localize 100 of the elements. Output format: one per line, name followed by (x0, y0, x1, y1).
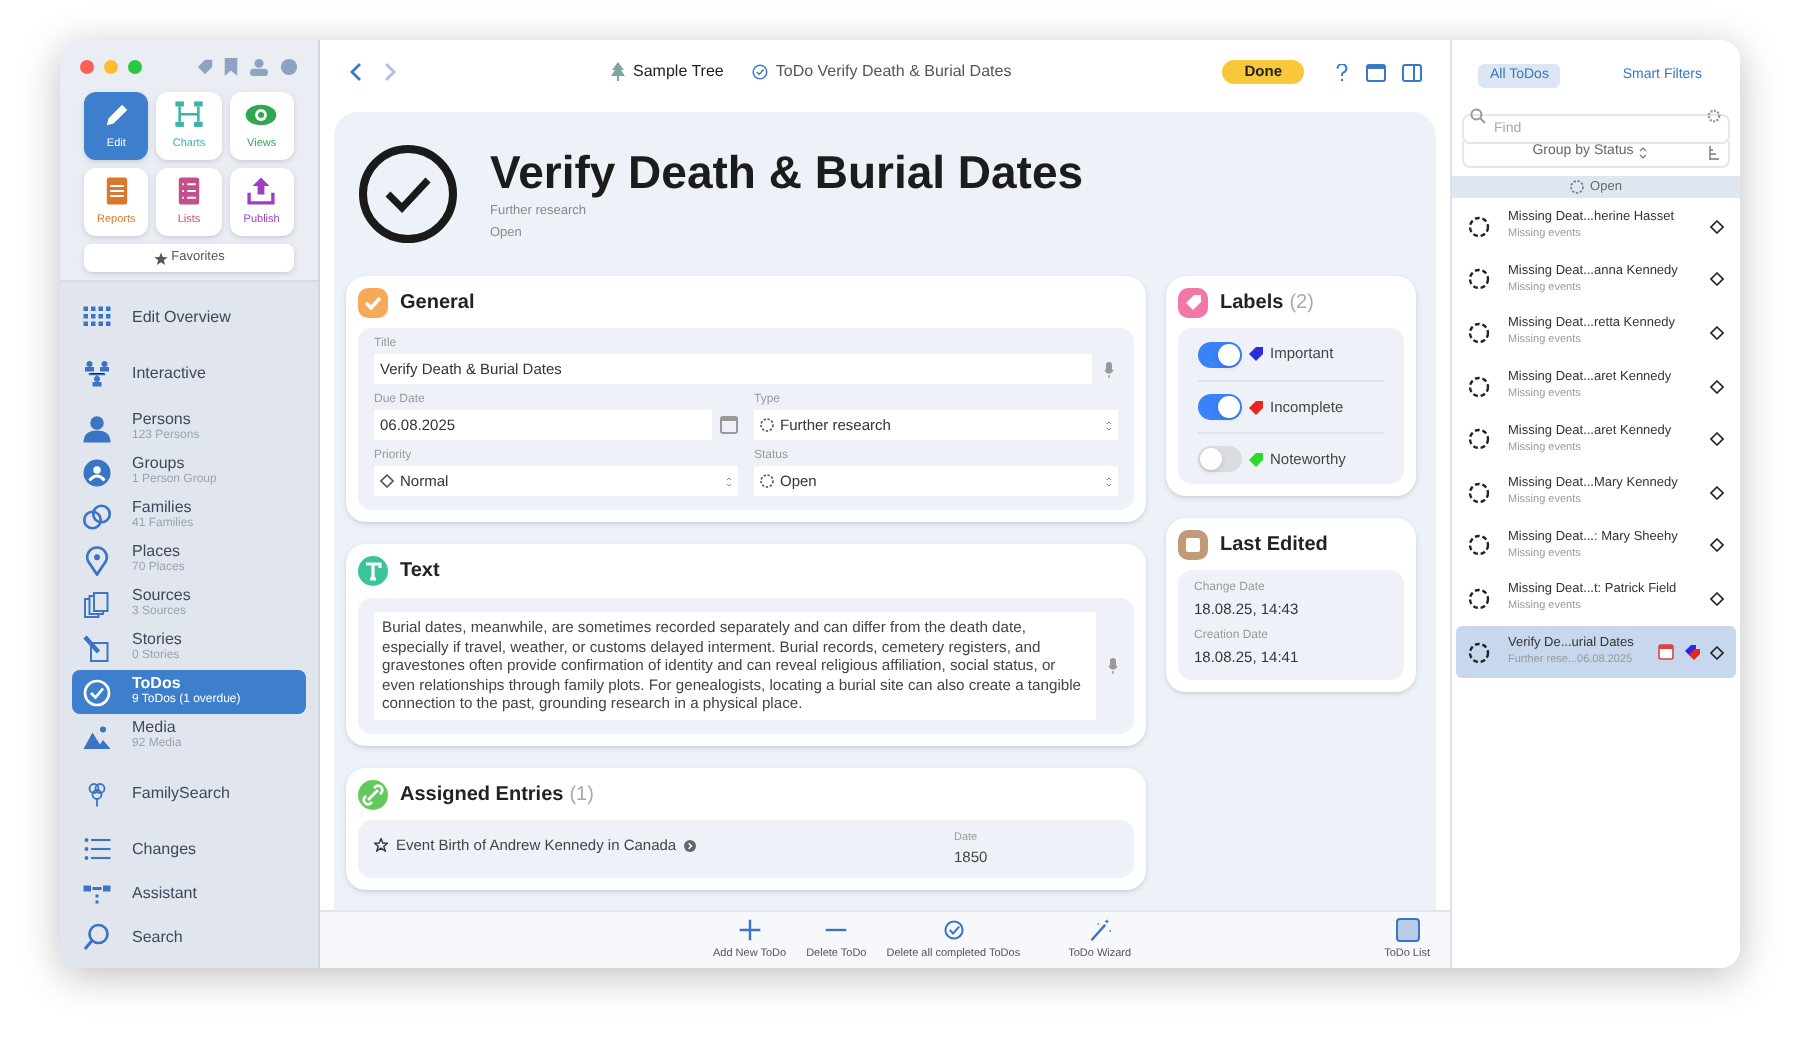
list-view-icon (1395, 917, 1420, 942)
tree-icon (609, 62, 626, 82)
tag-icon[interactable] (196, 57, 214, 75)
tags-icon (1684, 644, 1700, 661)
sidebar-item-label: Interactive (132, 363, 206, 381)
star-icon[interactable] (374, 838, 388, 853)
diamond-icon (1710, 272, 1724, 287)
todo-title: Verify Death & Burial Dates (490, 145, 1084, 198)
toggle-switch[interactable] (1198, 394, 1242, 420)
mountains-icon (82, 721, 112, 751)
calendar-icon (1178, 530, 1208, 560)
rings-icon (82, 501, 112, 531)
settings-icon[interactable] (1706, 107, 1722, 123)
diamond-icon (1710, 379, 1724, 394)
documents-icon (82, 589, 112, 619)
globe-icon[interactable] (280, 57, 298, 75)
sidebar-item[interactable]: Changes (72, 826, 306, 870)
help-icon[interactable] (1336, 63, 1348, 81)
people-tree-icon (82, 357, 112, 387)
diamond-icon (1710, 591, 1724, 606)
sidebar-item[interactable]: FamilySearch (72, 770, 306, 814)
section-title: Labels (1220, 290, 1284, 318)
plus-icon (737, 917, 762, 942)
diamond-icon (1710, 219, 1724, 234)
dashed-circle-icon (1468, 641, 1490, 664)
sidebar-item-label: Media (132, 718, 178, 736)
grid-icon (82, 301, 112, 331)
entry-count: (1) (569, 781, 594, 810)
close-window-button[interactable] (80, 59, 94, 73)
checkmark-circle-icon (751, 64, 768, 80)
dashed-circle-icon (1468, 215, 1490, 238)
person-icon (82, 413, 112, 443)
section-title: Text (400, 558, 440, 586)
back-icon[interactable] (348, 62, 362, 82)
microphone-icon[interactable] (1108, 657, 1118, 674)
calendar-icon[interactable] (720, 416, 738, 434)
upload-icon (244, 174, 279, 209)
dashed-circle-icon (1468, 534, 1490, 557)
people-icon[interactable] (248, 57, 270, 75)
sidebar-item-label: Changes (132, 839, 197, 857)
section-title: Last Edited (1220, 532, 1328, 560)
dashed-circle-icon (1468, 587, 1490, 610)
dashed-circle-icon (1468, 375, 1490, 398)
diamond-icon (1710, 485, 1724, 500)
pen-document-icon (82, 633, 112, 663)
diamond-icon (1710, 645, 1724, 660)
sort-icon[interactable] (1708, 145, 1720, 159)
letter-t-icon (358, 556, 388, 586)
diamond-icon (1710, 325, 1724, 340)
sidebar-item-label: ToDos (132, 674, 183, 692)
dashed-circle-icon (1468, 481, 1490, 504)
sidebar-item-label: Assistant (132, 883, 197, 901)
bookmark-icon[interactable] (224, 57, 238, 75)
sidebar-item-label: Groups (132, 454, 187, 472)
map-pin-icon (82, 545, 112, 575)
label-count: (2) (1289, 290, 1314, 318)
toggle-switch[interactable] (1198, 341, 1242, 367)
section-title: General (400, 290, 475, 318)
zoom-window-button[interactable] (128, 59, 142, 73)
sidebar-item[interactable]: Edit Overview (72, 294, 306, 338)
chevron-circle-icon[interactable] (684, 839, 697, 852)
section-title: Assigned Entries (400, 781, 564, 810)
checkmark-circle-icon (82, 677, 112, 707)
dashed-circle-icon (1570, 180, 1585, 194)
checkmark-badge-icon (358, 288, 388, 318)
minimize-window-button[interactable] (104, 59, 118, 73)
diamond-icon (1710, 538, 1724, 553)
sidebar-item-label: Edit Overview (132, 307, 231, 325)
breadcrumb-link[interactable]: ToDo Verify Death & Burial Dates (751, 60, 1012, 84)
microphone-icon[interactable] (1104, 361, 1114, 377)
list-icon (82, 833, 112, 863)
search-icon (1470, 107, 1486, 123)
star-icon (153, 251, 168, 265)
calendar-icon (1658, 644, 1674, 661)
dashed-circle-icon (760, 474, 774, 488)
sidebar-item-label: Search (132, 927, 183, 945)
forward-icon[interactable] (384, 62, 398, 82)
toggle-switch[interactable] (1198, 446, 1242, 472)
sidebar-item-label: FamilySearch (132, 783, 230, 801)
sidebar-item[interactable]: Search (72, 914, 306, 958)
sidebar-item-label: Places (132, 542, 183, 560)
window-icon[interactable] (1366, 63, 1386, 81)
tag-icon (1178, 288, 1208, 318)
checkmark-circle-icon (941, 917, 966, 942)
breadcrumb-link[interactable]: Sample Tree (609, 60, 724, 84)
dashed-circle-icon (760, 418, 774, 432)
dashed-circle-icon (1468, 321, 1490, 344)
sidebar-item-label: Stories (132, 630, 182, 648)
sidebar-item[interactable]: Assistant (72, 870, 306, 914)
group-icon (82, 457, 112, 487)
diamond-icon (380, 474, 394, 488)
dashed-circle-icon (1468, 268, 1490, 291)
sidebar-item[interactable]: Interactive (72, 350, 306, 394)
sidebar-item-label: Sources (132, 586, 191, 604)
diamond-icon (1710, 432, 1724, 447)
chart-icon (171, 98, 206, 133)
sidebar-toggle-icon[interactable] (1402, 63, 1422, 81)
sidebar-item-label: Persons (132, 410, 193, 428)
up-down-chevron-icon (1637, 145, 1648, 159)
search-icon (82, 921, 112, 951)
